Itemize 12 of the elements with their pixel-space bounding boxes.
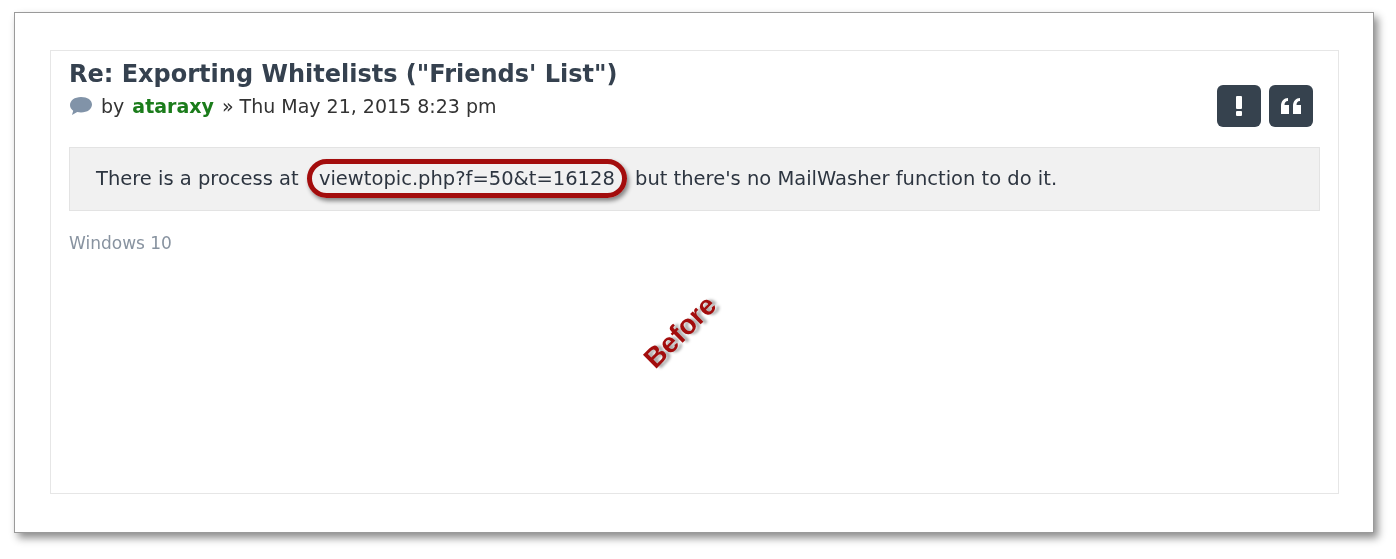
post-date: » Thu May 21, 2015 8:23 pm: [221, 95, 497, 117]
quote-icon: [1280, 98, 1302, 114]
speech-bubble-icon: [69, 96, 93, 116]
exclamation-icon: [1235, 96, 1243, 116]
quote-button[interactable]: [1269, 85, 1313, 127]
topic-link[interactable]: viewtopic.php?f=50&t=16128: [318, 167, 615, 190]
post-title: Re: Exporting Whitelists ("Friends' List"): [69, 59, 618, 89]
signature-text: Windows 10: [69, 233, 173, 253]
author-link[interactable]: ataraxy: [132, 95, 214, 117]
post-body-text: There is a process at viewtopic.php?f=50&t=16128 but there's no MailWasher function to do it.: [96, 164, 1293, 194]
report-button[interactable]: [1217, 85, 1261, 127]
byline-label: by: [101, 95, 125, 117]
